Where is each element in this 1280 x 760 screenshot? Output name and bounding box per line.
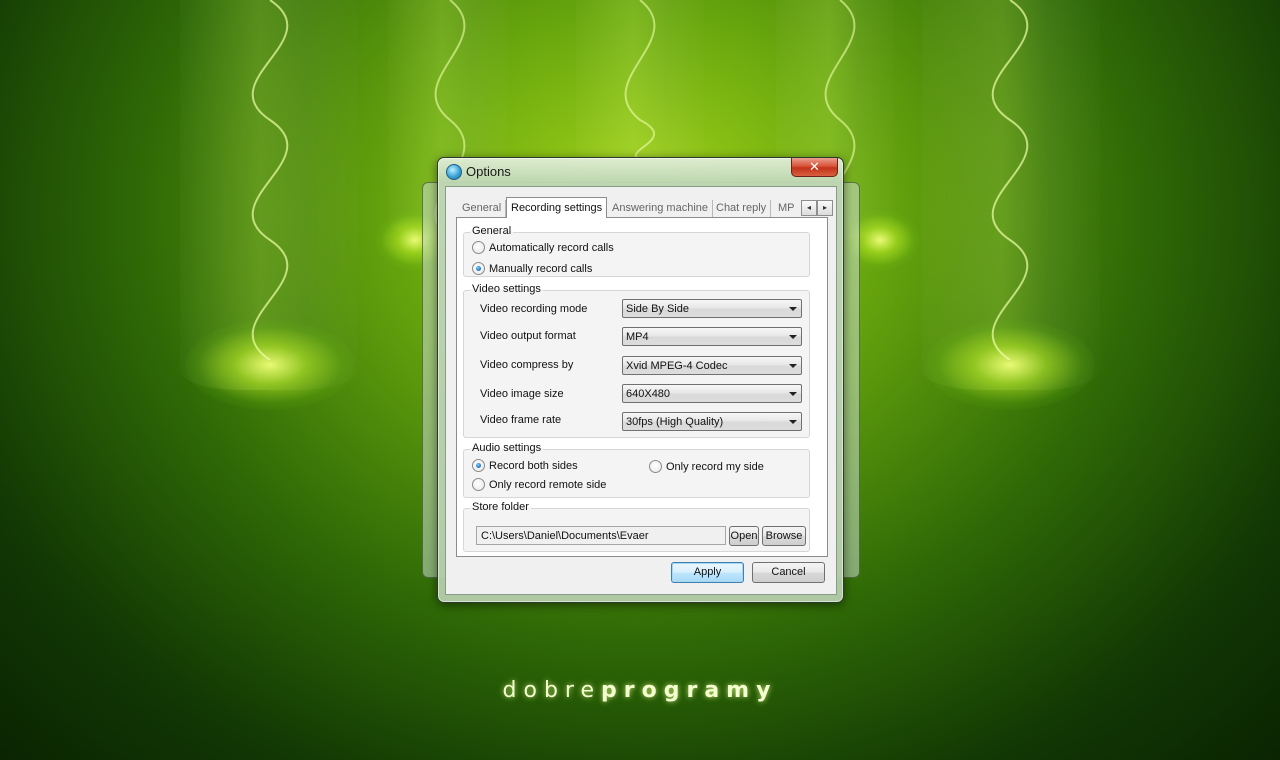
audio-settings-group: Audio settings Record both sides Only re… — [463, 442, 810, 498]
video-recording-mode-select[interactable]: Side By Side — [622, 299, 802, 318]
general-group: General Automatically record calls Manua… — [463, 225, 810, 277]
tab-strip: General Recording settings Answering mac… — [456, 197, 833, 218]
recording-settings-panel: General Automatically record calls Manua… — [456, 217, 828, 557]
dialog-title: Options — [466, 164, 511, 179]
tab-scroll-right-button[interactable]: ▸ — [817, 200, 833, 216]
only-record-my-side-radio[interactable]: Only record my side — [649, 459, 764, 475]
tab-scroll-left-button[interactable]: ◂ — [801, 200, 817, 216]
close-button[interactable]: ✕ — [791, 158, 838, 177]
chevron-down-icon — [789, 364, 797, 368]
chevron-down-icon — [789, 335, 797, 339]
radio-indicator — [472, 261, 485, 275]
group-title: General — [470, 225, 514, 237]
video-output-format-label: Video output format — [480, 330, 576, 342]
open-folder-button[interactable]: Open — [729, 526, 759, 546]
chevron-down-icon — [789, 392, 797, 396]
tab-chat-reply[interactable]: Chat reply — [712, 200, 772, 217]
wallpaper-helix — [991, 0, 1029, 360]
store-folder-group: Store folder Open Browse — [463, 501, 810, 552]
auto-record-radio[interactable]: Automatically record calls — [472, 240, 614, 256]
video-settings-group: Video settings Video recording mode Side… — [463, 283, 810, 438]
wallpaper-helix — [251, 0, 289, 360]
video-frame-rate-select[interactable]: 30fps (High Quality) — [622, 412, 802, 431]
video-compress-by-label: Video compress by — [480, 359, 574, 371]
apply-button[interactable]: Apply — [671, 562, 744, 583]
close-icon: ✕ — [809, 159, 820, 174]
tab-answering-machine[interactable]: Answering machine — [608, 200, 713, 217]
tab-general[interactable]: General — [458, 200, 507, 217]
group-title: Video settings — [470, 283, 543, 295]
only-record-remote-side-radio[interactable]: Only record remote side — [472, 477, 606, 493]
radio-indicator — [472, 240, 485, 254]
video-compress-by-select[interactable]: Xvid MPEG-4 Codec — [622, 356, 802, 375]
app-icon — [446, 164, 462, 180]
chevron-down-icon — [789, 420, 797, 424]
group-title: Store folder — [470, 501, 531, 513]
video-recording-mode-label: Video recording mode — [480, 303, 588, 315]
options-dialog: Options ✕ General Recording settings Ans… — [437, 157, 844, 603]
radio-indicator — [472, 458, 485, 472]
store-folder-path-input[interactable] — [476, 526, 726, 545]
dobreprogramy-watermark: dobreprogramy — [502, 678, 778, 703]
record-both-sides-radio[interactable]: Record both sides — [472, 458, 578, 474]
cancel-button[interactable]: Cancel — [752, 562, 825, 583]
video-output-format-select[interactable]: MP4 — [622, 327, 802, 346]
browse-folder-button[interactable]: Browse — [762, 526, 806, 546]
wallpaper-helix — [624, 0, 656, 160]
tab-recording-settings[interactable]: Recording settings — [506, 197, 608, 218]
video-image-size-select[interactable]: 640X480 — [622, 384, 802, 403]
video-frame-rate-label: Video frame rate — [480, 414, 562, 426]
arrow-left-icon: ◂ — [806, 203, 811, 212]
dialog-client-area: General Recording settings Answering mac… — [445, 186, 837, 595]
tab-mp[interactable]: MP — [774, 200, 799, 217]
manual-record-radio[interactable]: Manually record calls — [472, 261, 592, 277]
video-image-size-label: Video image size — [480, 388, 564, 400]
radio-indicator — [472, 477, 485, 491]
title-bar[interactable]: Options ✕ — [438, 158, 843, 186]
arrow-right-icon: ▸ — [822, 203, 827, 212]
chevron-down-icon — [789, 307, 797, 311]
group-title: Audio settings — [470, 442, 544, 454]
radio-indicator — [649, 459, 662, 473]
